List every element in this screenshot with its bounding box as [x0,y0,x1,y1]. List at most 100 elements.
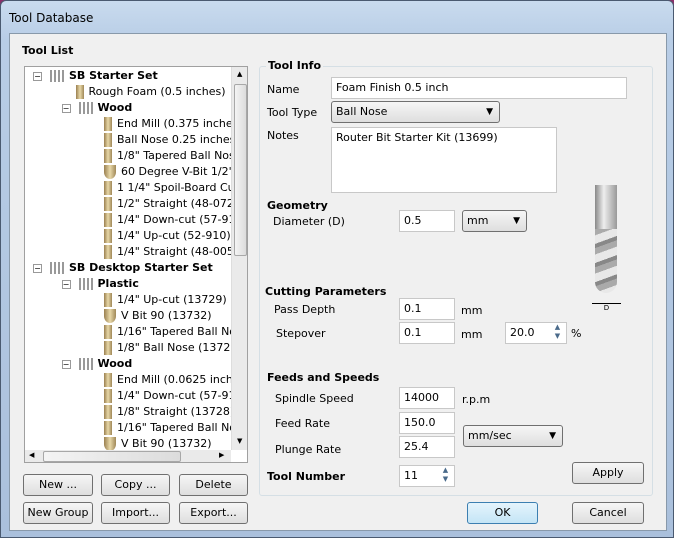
router-bit-icon [104,197,112,211]
feed-rate-input[interactable]: 150.0 [399,412,455,434]
tree-item[interactable]: 1/4" Up-cut (13729) [90,292,227,308]
tree-item[interactable]: 1/4" Straight (48-005) [90,244,238,260]
new-button[interactable]: New ... [23,474,93,496]
collapse-icon[interactable]: − [61,103,71,113]
collapse-icon[interactable]: − [33,263,42,273]
stepover-spinner[interactable]: ▲ ▼ [550,323,565,343]
tree-item[interactable]: End Mill (0.0625 inches) [90,372,248,388]
tool-number-spinner[interactable]: ▲ ▼ [438,466,453,486]
units-value: mm [467,214,489,227]
tree-item-label: SB Starter Set [69,69,158,82]
tool-number-value: 11 [404,469,418,482]
tree-item[interactable]: 1/8" Straight (13728) [90,404,234,420]
tree-item[interactable]: End Mill (0.375 inches) [90,116,243,132]
import-button[interactable]: Import... [101,502,170,524]
stepover-percent-input[interactable]: 20.0 ▲ ▼ [505,322,567,344]
tool-type-value: Ball Nose [336,105,388,118]
tree-group[interactable]: − Plastic [61,276,139,292]
pass-depth-unit: mm [461,304,483,317]
chevron-down-icon: ▼ [513,216,520,226]
stepover-percent-value: 20.0 [510,326,535,339]
delete-button[interactable]: Delete [179,474,248,496]
feed-rate-label: Feed Rate [275,417,330,430]
collapse-icon[interactable]: − [61,359,71,369]
collapse-icon[interactable]: − [61,279,71,289]
spindle-unit: r.p.m [462,393,491,406]
pass-depth-input[interactable]: 0.1 [399,298,455,320]
hscroll-thumb[interactable] [43,451,181,462]
tree-item[interactable]: Rough Foam (0.5 inches) [62,84,226,100]
tree-item-label: End Mill (0.0625 inches) [117,373,248,386]
new-group-button[interactable]: New Group [23,502,93,524]
tree-item[interactable]: 1/16" Tapered Ball Nose (1 [90,420,247,436]
tree-group[interactable]: − Wood [61,100,132,116]
tree-item-label: End Mill (0.375 inches) [117,117,243,130]
tree-item[interactable]: 1/8" Ball Nose (13727) [90,340,242,356]
router-bit-icon [104,405,112,419]
tree-item-label: 1/4" Up-cut (13729) [117,293,227,306]
tree-item-label: 1/4" Down-cut (57-910) [117,389,247,402]
tool-number-label: Tool Number [267,470,346,483]
tree-group[interactable]: − SB Starter Set [33,68,158,84]
geometry-label: Geometry [267,199,328,212]
diameter-label: Diameter (D) [273,215,345,228]
vbit-icon [104,165,116,179]
plunge-rate-input[interactable]: 25.4 [399,436,455,458]
tree-item-label: 1/4" Straight (48-005) [117,245,239,258]
tree-group[interactable]: − Wood [61,356,133,372]
router-bit-icon [104,389,112,403]
notes-textarea[interactable]: Router Bit Starter Kit (13699) [331,127,557,193]
diameter-input[interactable]: 0.5 [399,210,455,232]
tree-item[interactable]: 60 Degree V-Bit 1/2" ( 37- [90,164,247,180]
copy-button[interactable]: Copy ... [101,474,170,496]
horizontal-scrollbar[interactable]: ◀ ▶ [25,450,231,462]
router-bit-icon [104,341,112,355]
router-bit-icon [104,213,112,227]
tree-item[interactable]: 1/4" Down-cut (57-910) [90,212,247,228]
rate-units-value: mm/sec [468,429,512,442]
router-bit-icon [104,229,112,243]
scroll-up-icon[interactable]: ▲ [237,70,242,78]
tree-item[interactable]: V Bit 90 (13732) [90,308,212,324]
scroll-right-icon[interactable]: ▶ [219,451,224,459]
scroll-thumb[interactable] [234,84,247,256]
tree-item[interactable]: 1/2" Straight (48-072) [90,196,238,212]
stepover-input[interactable]: 0.1 [399,322,455,344]
ball-nose-bit-icon [592,185,620,297]
tree-item[interactable]: 1/16" Tapered Ball Nose (1 [90,324,247,340]
collapse-icon[interactable]: − [33,71,42,81]
tool-group-icon [50,262,64,274]
tree-item-label: SB Desktop Starter Set [69,261,213,274]
tree-item[interactable]: 1/4" Up-cut (52-910) [90,228,231,244]
spindle-speed-input[interactable]: 14000 [399,387,455,409]
rate-units-select[interactable]: mm/sec ▼ [463,425,563,447]
tree-item[interactable]: 1 1/4" Spoil-Board Cutter ( [90,180,247,196]
tree-item-label: 60 Degree V-Bit 1/2" ( 37- [121,165,247,178]
name-input[interactable]: Foam Finish 0.5 inch [331,77,627,99]
router-bit-icon [104,373,112,387]
scroll-left-icon[interactable]: ◀ [29,451,34,459]
tree-item-label: Plastic [97,277,139,290]
vertical-scrollbar[interactable]: ▲ ▼ [231,67,247,450]
tree-item[interactable]: 1/8" Tapered Ball Nose ( 7 [90,148,247,164]
tree-item[interactable]: 1/4" Down-cut (57-910) [90,388,247,404]
scroll-down-icon[interactable]: ▼ [237,437,242,445]
tool-tree[interactable]: − SB Starter Set Rough Foam (0.5 inches) − W… [24,66,248,463]
apply-button[interactable]: Apply [572,462,644,484]
cancel-button[interactable]: Cancel [572,502,644,524]
stepover-unit: mm [461,328,483,341]
window-title: Tool Database [9,11,94,25]
tool-number-input[interactable]: 11 ▲ ▼ [399,465,455,487]
feeds-speeds-label: Feeds and Speeds [267,371,380,384]
router-bit-icon [104,245,112,259]
tree-item[interactable]: Ball Nose 0.25 inches Dia [90,132,247,148]
tool-type-select[interactable]: Ball Nose ▼ [331,101,500,123]
ok-button[interactable]: OK [467,502,538,524]
export-button[interactable]: Export... [179,502,248,524]
router-bit-icon [104,181,112,195]
tree-item-label: Wood [97,357,133,370]
chevron-down-icon: ▼ [549,431,556,441]
tree-group[interactable]: − SB Desktop Starter Set [33,260,213,276]
tool-group-icon [78,102,93,114]
diameter-units-select[interactable]: mm ▼ [462,210,527,232]
